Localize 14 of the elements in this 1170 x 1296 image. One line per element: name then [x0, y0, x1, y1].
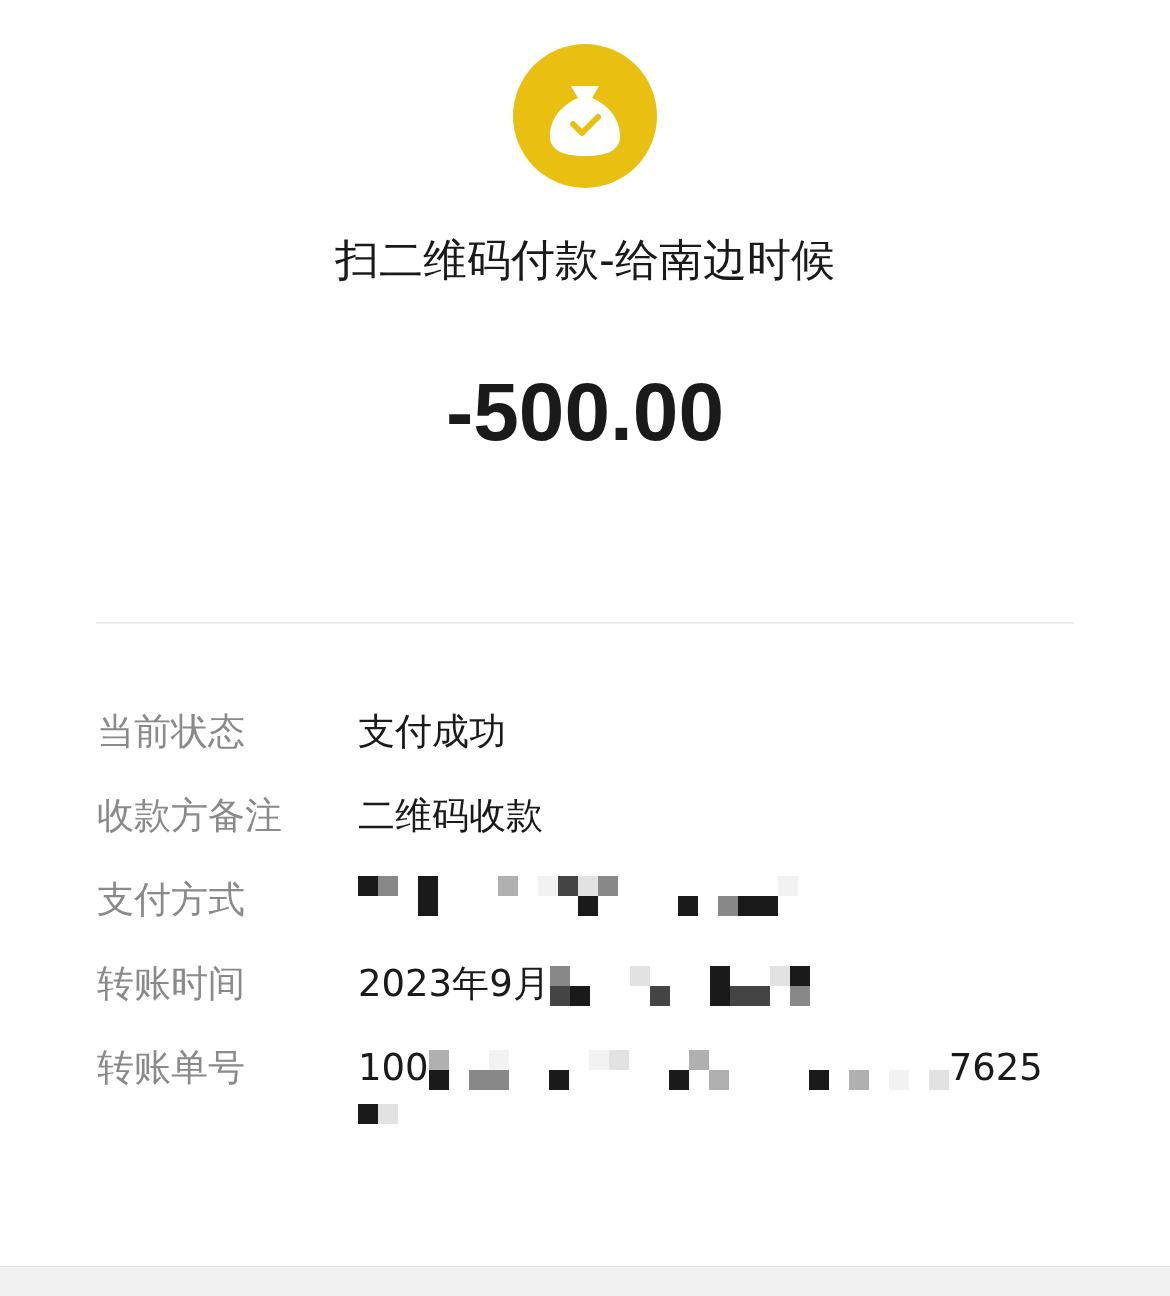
- money-bag-icon: [513, 44, 657, 188]
- detail-label: 当前状态: [97, 709, 246, 755]
- detail-value: 支付成功: [358, 709, 506, 755]
- detail-value: 100: [358, 1045, 429, 1091]
- detail-value: 二维码收款: [358, 793, 543, 839]
- redaction-mosaic: [358, 1104, 398, 1124]
- detail-value: 7625: [948, 1045, 1043, 1091]
- payment-title: 扫二维码付款-给南边时候: [335, 233, 835, 287]
- detail-label: 转账时间: [97, 961, 246, 1007]
- detail-label: 转账单号: [97, 1045, 246, 1091]
- detail-label: 支付方式: [97, 877, 246, 923]
- detail-label: 收款方备注: [97, 793, 283, 839]
- detail-value: 2023年9月: [358, 961, 550, 1007]
- amount: -500.00: [445, 365, 725, 459]
